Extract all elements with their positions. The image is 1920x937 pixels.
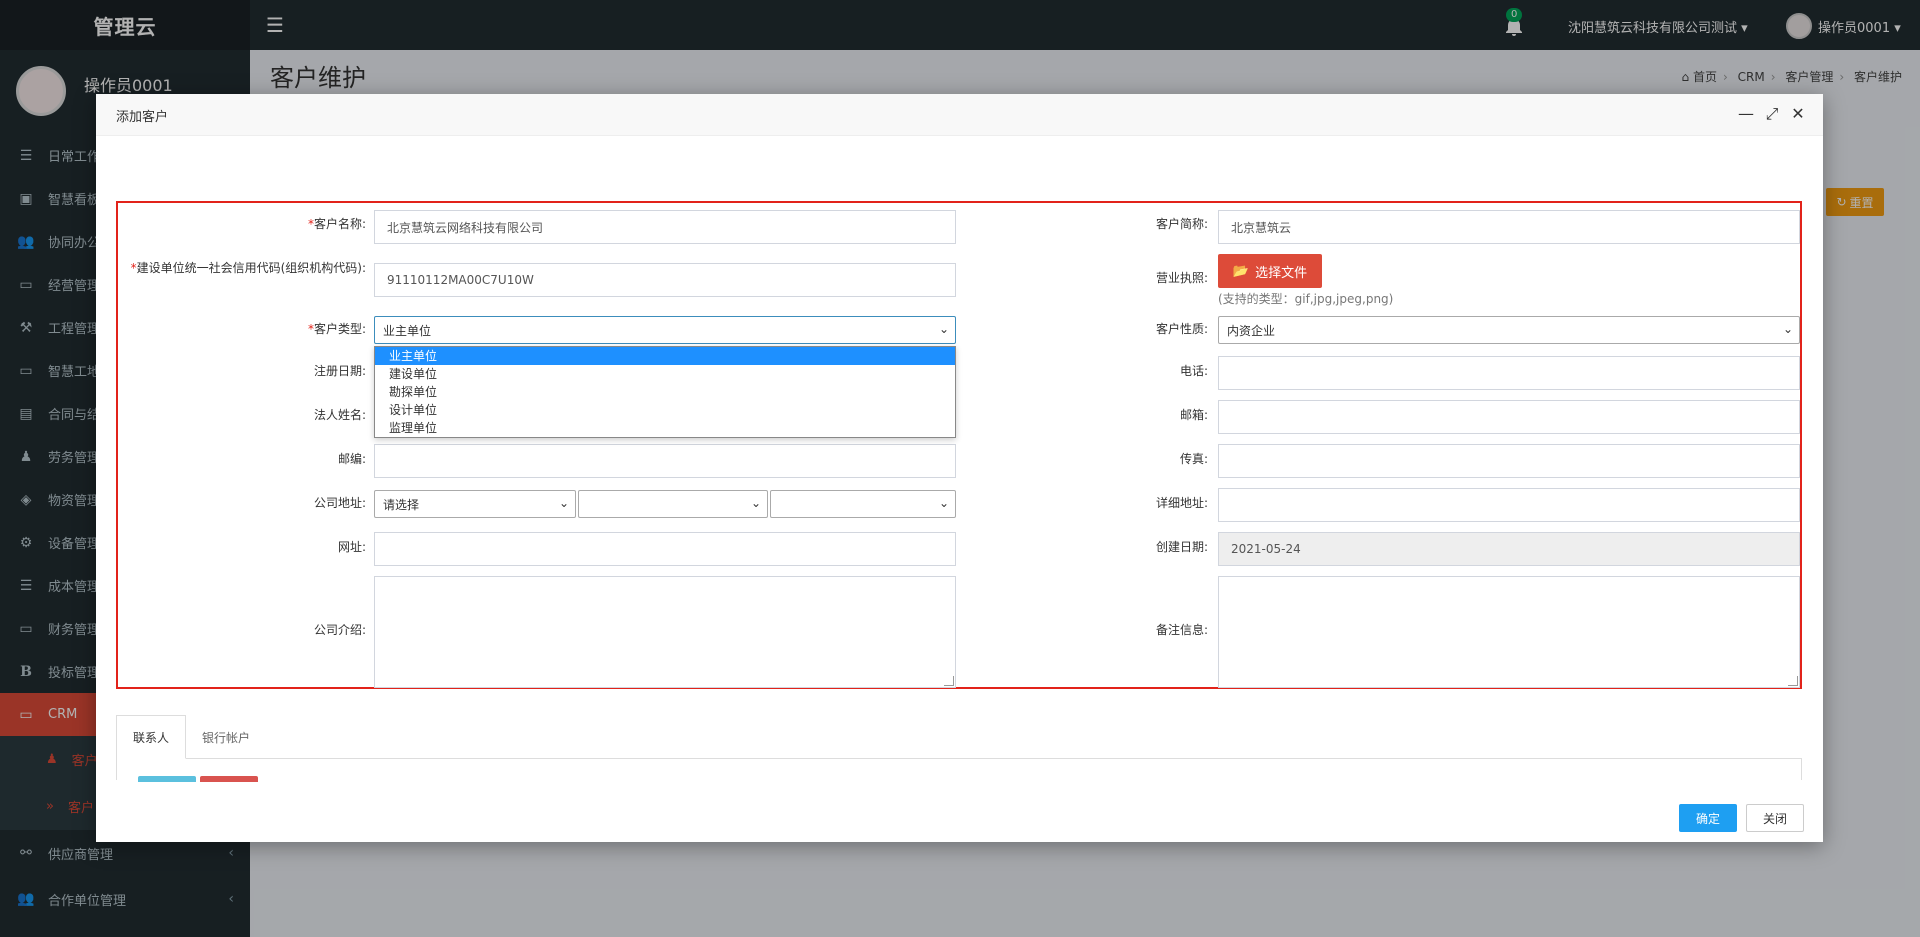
intro-label: 公司介绍: [313, 623, 366, 637]
confirm-button[interactable]: 确定 [1679, 804, 1737, 832]
short-name-label: 客户简称: [1155, 217, 1208, 231]
modal-tabs: 联系人 银行帐户 [116, 715, 1802, 759]
postcode-input[interactable] [374, 444, 956, 478]
province-select[interactable]: 请选择 ⌄ [374, 490, 576, 518]
email-input[interactable] [1218, 400, 1800, 434]
modal-header: 添加客户 — ⤢ ✕ [96, 94, 1823, 136]
city-select[interactable]: ⌄ [578, 490, 768, 518]
resize-handle[interactable] [944, 676, 954, 686]
option-design[interactable]: 设计单位 [375, 401, 955, 419]
maximize-icon[interactable]: ⤢ [1762, 104, 1782, 124]
phone-label: 电话: [1179, 364, 1208, 378]
customer-name-input[interactable]: 北京慧筑云网络科技有限公司 [374, 210, 956, 244]
add-customer-modal: 添加客户 — ⤢ ✕ *客户名称: 北京慧筑云网络科技有限公司 *建设单位统一社… [96, 94, 1823, 842]
customer-type-select[interactable]: 业主单位 ⌄ [374, 316, 956, 344]
customer-name-label: *客户名称: [307, 217, 366, 231]
province-placeholder: 请选择 [383, 497, 420, 512]
phone-input[interactable] [1218, 356, 1800, 390]
option-survey[interactable]: 勘探单位 [375, 383, 955, 401]
created-date-value: 2021-05-24 [1231, 542, 1301, 556]
customer-type-value: 业主单位 [383, 323, 432, 338]
reg-date-label: 注册日期: [313, 364, 366, 378]
chevron-down-icon: ⌄ [938, 496, 949, 510]
credit-code-label: *建设单位统一社会信用代码(组织机构代码): [130, 261, 366, 275]
nature-value: 内资企业 [1227, 323, 1276, 338]
close-icon[interactable]: ✕ [1788, 104, 1808, 124]
nature-select[interactable]: 内资企业 ⌄ [1218, 316, 1800, 344]
district-select[interactable]: ⌄ [770, 490, 956, 518]
chevron-down-icon: ⌄ [750, 496, 761, 510]
resize-handle[interactable] [1788, 676, 1798, 686]
chevron-down-icon: ⌄ [1782, 322, 1793, 336]
created-date-label: 创建日期: [1155, 540, 1208, 554]
fax-label: 传真: [1179, 452, 1208, 466]
credit-code-value: 91110112MA00C7U10W [387, 273, 534, 287]
minimize-icon[interactable]: — [1736, 104, 1756, 124]
website-input[interactable] [374, 532, 956, 566]
nature-label: 客户性质: [1155, 322, 1208, 336]
customer-name-value: 北京慧筑云网络科技有限公司 [387, 220, 544, 235]
folder-open-icon: 📂 [1232, 263, 1250, 279]
option-construction[interactable]: 建设单位 [375, 365, 955, 383]
tab-contacts[interactable]: 联系人 [116, 715, 187, 759]
chevron-down-icon: ⌄ [938, 322, 949, 336]
tab-bank-accounts[interactable]: 银行帐户 [186, 715, 266, 759]
short-name-input[interactable]: 北京慧筑云 [1218, 210, 1800, 244]
postcode-label: 邮编: [337, 452, 366, 466]
created-date-input: 2021-05-24 [1218, 532, 1800, 566]
address-label: 公司地址: [313, 496, 366, 510]
website-label: 网址: [337, 540, 366, 554]
intro-textarea[interactable] [374, 576, 956, 688]
fax-input[interactable] [1218, 444, 1800, 478]
choose-file-label: 选择文件 [1255, 265, 1308, 281]
credit-code-input[interactable]: 91110112MA00C7U10W [374, 263, 956, 297]
customer-type-options: 业主单位 建设单位 勘探单位 设计单位 监理单位 [374, 346, 956, 438]
close-button[interactable]: 关闭 [1746, 804, 1804, 832]
detail-address-label: 详细地址: [1155, 496, 1208, 510]
detail-address-input[interactable] [1218, 488, 1800, 522]
modal-title: 添加客户 [116, 110, 169, 125]
short-name-value: 北京慧筑云 [1231, 220, 1292, 235]
chevron-down-icon: ⌄ [558, 496, 569, 510]
remark-label: 备注信息: [1155, 623, 1208, 637]
legal-name-label: 法人姓名: [313, 408, 366, 422]
tab-content [116, 758, 1802, 780]
email-label: 邮箱: [1179, 408, 1208, 422]
delete-contact-button[interactable] [200, 776, 258, 782]
choose-file-button[interactable]: 📂 选择文件 [1218, 254, 1322, 288]
option-supervision[interactable]: 监理单位 [375, 419, 955, 437]
file-type-hint: (支持的类型：gif,jpg,jpeg,png) [1218, 292, 1394, 306]
remark-textarea[interactable] [1218, 576, 1800, 688]
option-owner[interactable]: 业主单位 [375, 347, 955, 365]
license-label: 营业执照: [1155, 271, 1208, 285]
customer-type-label: *客户类型: [307, 322, 366, 336]
add-contact-button[interactable] [138, 776, 196, 782]
